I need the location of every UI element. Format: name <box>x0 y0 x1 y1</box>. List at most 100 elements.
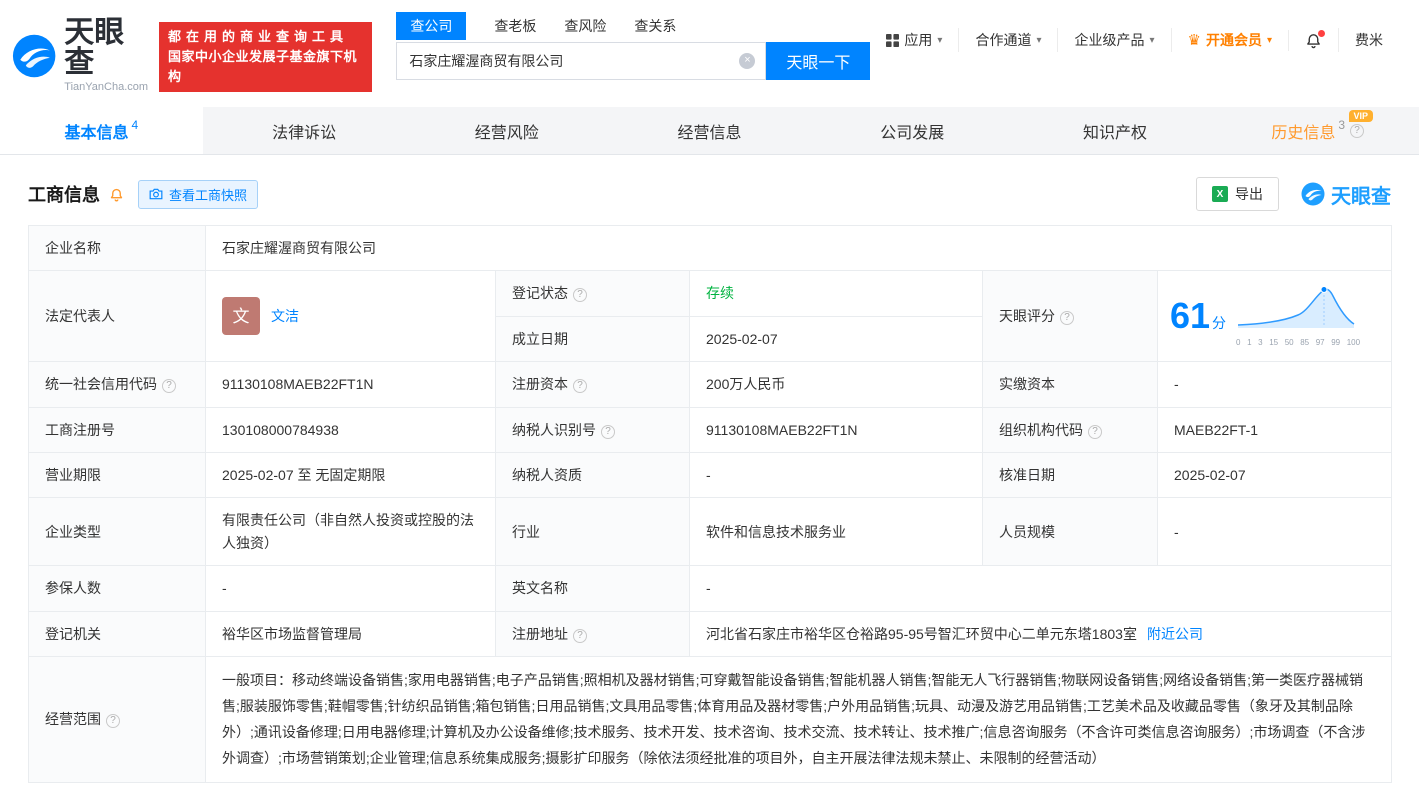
legal-rep-avatar[interactable]: 文 <box>222 297 260 336</box>
value-text: 200万人民币 <box>706 376 786 393</box>
tab-company-development[interactable]: 公司发展 <box>811 107 1014 154</box>
tianyan-score-widget[interactable]: 61 分 0 1 3 15 50 85 97 99 100 <box>1156 270 1393 363</box>
score-unit: 分 <box>1212 315 1227 332</box>
tab-intellectual-property[interactable]: 知识产权 <box>1014 107 1217 154</box>
snapshot-button[interactable]: 查看工商快照 <box>138 179 259 209</box>
address-text: 河北省石家庄市裕华区仓裕路95-95号智汇环贸中心二单元东塔1803室 <box>706 625 1137 642</box>
label-text: 登记状态 <box>512 285 568 302</box>
top-nav: 应用 ▾ 合作通道 ▾ 企业级产品 ▾ ♛ 开通会员 ▾ 费米 <box>870 28 1399 52</box>
nav-partner-channel[interactable]: 合作通道 ▾ <box>958 28 1057 52</box>
search-tabs: 查公司 查老板 查风险 查关系 <box>396 12 870 40</box>
reg-address-value: 河北省石家庄市裕华区仓裕路95-95号智汇环贸中心二单元东塔1803室 附近公司 <box>688 610 1393 657</box>
field-label: 纳税人识别号? <box>495 406 690 453</box>
value-text: - <box>1174 376 1179 393</box>
tab-business-info[interactable]: 经营信息 <box>608 107 811 154</box>
axis-label: 99 <box>1331 337 1341 347</box>
export-button[interactable]: X 导出 <box>1196 177 1279 211</box>
search-tab-company[interactable]: 查公司 <box>396 12 467 40</box>
slogan-line2: 国家中小企业发展子基金旗下机构 <box>167 49 357 85</box>
search-tab-risk[interactable]: 查风险 <box>564 12 606 40</box>
slogan-banner: 都在用的商业查询工具 国家中小企业发展子基金旗下机构 <box>158 22 373 93</box>
registration-status-value: 存续 <box>689 270 983 317</box>
help-icon[interactable]: ? <box>162 379 176 394</box>
tianyancha-logo[interactable]: 天眼查 TianYanCha.com <box>12 18 151 93</box>
field-label: 纳税人资质 <box>495 451 690 499</box>
notification-bell[interactable] <box>1288 29 1338 51</box>
field-label: 行业 <box>495 497 690 567</box>
help-icon[interactable]: ? <box>601 424 615 439</box>
nav-apps[interactable]: 应用 ▾ <box>870 28 958 52</box>
reg-authority-value: 裕华区市场监督管理局 <box>205 610 496 657</box>
field-label: 成立日期 <box>495 315 690 363</box>
search-tab-boss[interactable]: 查老板 <box>494 12 536 40</box>
table-row: 企业名称 石家庄耀渥商贸有限公司 <box>28 224 1393 272</box>
value-text: 2025-02-07 <box>706 330 778 347</box>
label-text: 参保人数 <box>45 580 101 597</box>
value-text: - <box>706 580 711 597</box>
search-input[interactable] <box>397 43 766 79</box>
section-header: 工商信息 查看工商快照 X 导出 天眼查 <box>28 177 1391 211</box>
tab-operational-risk[interactable]: 经营风险 <box>405 107 608 154</box>
section-header-right: X 导出 天眼查 <box>1196 177 1391 211</box>
approval-date-value: 2025-02-07 <box>1156 451 1393 499</box>
axis-label: 97 <box>1315 337 1325 347</box>
taxpayer-quality-value: - <box>689 451 983 499</box>
chevron-down-icon: ▾ <box>1266 34 1272 46</box>
label-text: 登记机关 <box>45 625 101 642</box>
nav-enterprise-label: 企业级产品 <box>1074 32 1145 48</box>
establish-date-value: 2025-02-07 <box>689 315 983 363</box>
help-icon[interactable]: ? <box>573 379 587 394</box>
slogan-line1: 都在用的商业查询工具 <box>167 29 348 44</box>
score-value: 61 分 <box>1170 287 1226 345</box>
legal-rep-link[interactable]: 文洁 <box>271 305 299 327</box>
business-scope-value: 一般项目：移动终端设备销售;家用电器销售;电子产品销售;照相机及器材销售;可穿戴… <box>204 655 1393 784</box>
nearby-companies-link[interactable]: 附近公司 <box>1147 626 1203 642</box>
help-icon[interactable]: ? <box>1088 424 1102 439</box>
clear-icon[interactable]: × <box>739 53 756 69</box>
excel-icon: X <box>1212 186 1228 202</box>
label-text: 纳税人识别号 <box>512 421 596 438</box>
tab-label: 法律诉讼 <box>272 124 337 142</box>
nav-open-membership[interactable]: ♛ 开通会员 ▾ <box>1170 28 1288 52</box>
help-icon[interactable]: ? <box>573 628 587 643</box>
user-menu[interactable]: 费米 <box>1338 28 1399 52</box>
org-code-value: MAEB22FT-1 <box>1156 406 1393 453</box>
field-label: 工商注册号 <box>28 406 206 453</box>
tab-badge: 4 <box>131 117 139 132</box>
search-tab-relation[interactable]: 查关系 <box>634 12 676 40</box>
axis-label: 100 <box>1346 337 1361 347</box>
monitor-bell-icon[interactable] <box>109 187 124 202</box>
help-icon[interactable]: ? <box>1350 123 1365 138</box>
nav-enterprise-products[interactable]: 企业级产品 ▾ <box>1057 28 1170 52</box>
chevron-down-icon: ▾ <box>937 34 943 46</box>
brand-watermark-label: 天眼查 <box>1331 185 1391 208</box>
field-label: 人员规模 <box>982 497 1158 567</box>
field-label: 天眼评分? <box>982 270 1158 363</box>
label-text: 行业 <box>512 523 540 540</box>
axis-label: 1 <box>1247 337 1252 347</box>
value-text: - <box>1174 523 1179 540</box>
nav-partner-label: 合作通道 <box>975 32 1032 48</box>
table-row: 法定代表人 文 文洁 登记状态? 存续 天眼评分? 61 分 0 1 3 15 … <box>28 270 1393 363</box>
label-text: 组织机构代码 <box>999 421 1083 438</box>
score-distribution-chart: 0 1 3 15 50 85 97 99 100 <box>1236 283 1360 349</box>
field-label: 参保人数 <box>28 565 206 612</box>
value-text: 91130108MAEB22FT1N <box>706 421 858 438</box>
tab-basic-info[interactable]: 基本信息 4 <box>0 107 203 154</box>
help-icon[interactable]: ? <box>573 288 587 303</box>
grid-icon <box>886 33 900 47</box>
help-icon[interactable]: ? <box>106 714 120 729</box>
tab-label: 公司发展 <box>880 124 945 142</box>
search-button[interactable]: 天眼一下 <box>766 42 871 80</box>
help-icon[interactable]: ? <box>1060 311 1074 326</box>
axis-label: 50 <box>1284 337 1294 347</box>
value-text: 91130108MAEB22FT1N <box>222 376 374 393</box>
english-name-value: - <box>688 565 1393 612</box>
tab-legal-proceedings[interactable]: 法律诉讼 <box>203 107 406 154</box>
label-text: 统一社会信用代码 <box>45 376 157 393</box>
label-text: 天眼评分 <box>999 308 1055 325</box>
tab-history-info[interactable]: VIP 历史信息 3 ? <box>1216 107 1419 154</box>
company-name-value: 石家庄耀渥商贸有限公司 <box>204 224 1393 272</box>
field-label: 登记状态? <box>495 270 690 317</box>
top-header: 天眼查 TianYanCha.com 都在用的商业查询工具 国家中小企业发展子基… <box>0 0 1419 103</box>
